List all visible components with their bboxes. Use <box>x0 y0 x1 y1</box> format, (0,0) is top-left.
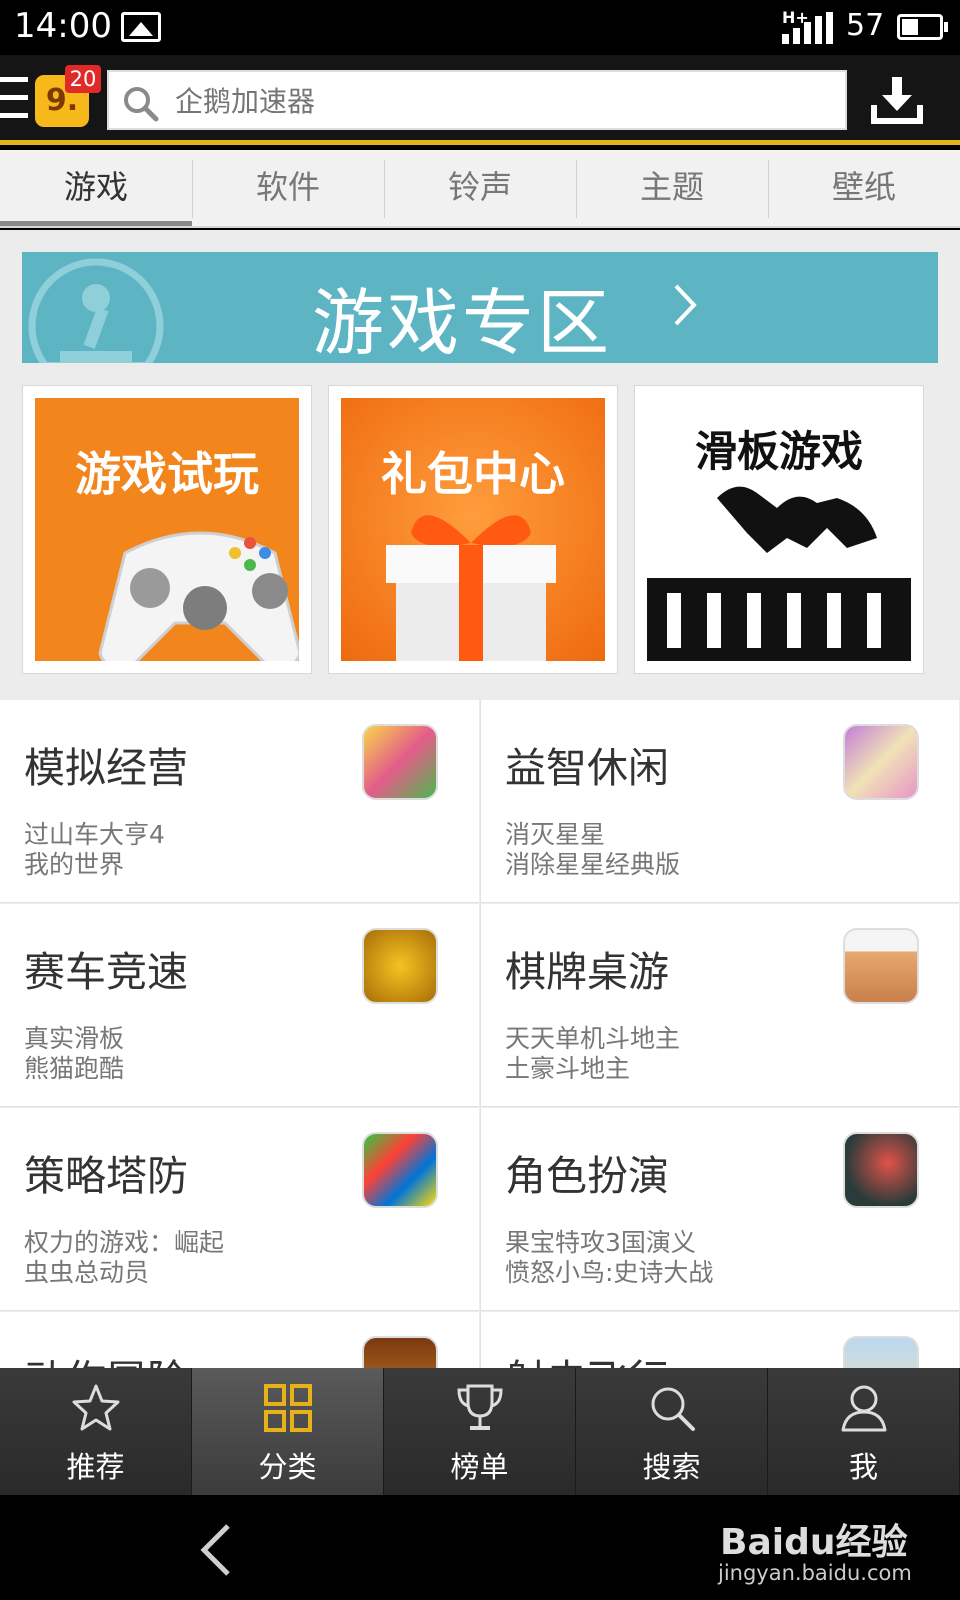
nav-rankings[interactable]: 榜单 <box>384 1368 576 1495</box>
game-icon-hot-springs <box>362 724 438 800</box>
tile-label: 礼包中心 <box>381 447 565 501</box>
skateboard-graphic <box>647 486 911 661</box>
main-content: 游戏专区 游戏试玩 礼包中心 滑板游戏 模拟经营 过山车大亨4 我的世界 益智休… <box>0 230 960 1368</box>
watermark-brand: Baidu经验 <box>720 1522 908 1563</box>
game-icon-landlord <box>843 928 919 1004</box>
tab-themes[interactable]: 主题 <box>576 150 768 226</box>
category-rpg[interactable]: 角色扮演 果宝特攻3国演义 愤怒小鸟:史诗大战 <box>480 1108 959 1311</box>
battery-level: 57 <box>846 8 885 43</box>
category-title: 角色扮演 <box>505 1152 669 1200</box>
menu-icon[interactable] <box>0 77 28 119</box>
game-icon-shooting <box>843 1336 919 1368</box>
nav-label: 我 <box>848 1450 878 1484</box>
category-board-card[interactable]: 棋牌桌游 天天单机斗地主 土豪斗地主 <box>480 904 959 1107</box>
nav-me[interactable]: 我 <box>768 1368 960 1495</box>
category-item: 虫虫总动员 <box>24 1258 150 1287</box>
banner-title: 游戏专区 <box>312 281 613 363</box>
category-item: 消除星星经典版 <box>505 850 681 879</box>
category-title: 棋牌桌游 <box>505 948 669 996</box>
category-title: 益智休闲 <box>505 744 669 792</box>
nav-label: 分类 <box>258 1450 317 1484</box>
image-notification-icon <box>121 12 161 42</box>
nav-label: 搜索 <box>642 1450 701 1484</box>
category-tabs: 游戏 软件 铃声 主题 壁纸 <box>0 150 960 228</box>
status-time: 14:00 <box>14 6 112 46</box>
category-action[interactable]: 动作冒险 <box>0 1312 479 1368</box>
gamepad-icon <box>98 531 299 661</box>
category-shooting[interactable]: 射击飞行 <box>480 1312 959 1368</box>
search-bar[interactable] <box>107 70 847 130</box>
game-icon-rpg-hero <box>843 1132 919 1208</box>
search-input[interactable] <box>175 80 815 122</box>
game-icon-action <box>362 1336 438 1368</box>
app-header: 9. 20 <box>0 55 960 145</box>
star-icon <box>72 1384 119 1431</box>
nav-categories[interactable]: 分类 <box>192 1368 384 1495</box>
category-item: 我的世界 <box>24 850 125 879</box>
category-title: 模拟经营 <box>24 744 188 792</box>
tab-wallpapers[interactable]: 壁纸 <box>768 150 960 226</box>
feature-tiles: 游戏试玩 礼包中心 滑板游戏 <box>22 385 938 674</box>
trophy-icon <box>456 1384 503 1430</box>
game-icon-popstar <box>362 1132 438 1208</box>
search-icon <box>651 1387 695 1431</box>
category-racing[interactable]: 赛车竞速 真实滑板 熊猫跑酷 <box>0 904 479 1107</box>
notification-badge: 20 <box>65 65 101 93</box>
watermark-url: jingyan.baidu.com <box>718 1561 912 1585</box>
joystick-icon <box>28 258 164 363</box>
grid-icon <box>263 1384 312 1432</box>
category-simulation[interactable]: 模拟经营 过山车大亨4 我的世界 <box>0 700 479 903</box>
system-navigation: Baidu经验 jingyan.baidu.com <box>0 1495 960 1600</box>
category-title: 射击飞行 <box>505 1346 669 1368</box>
category-title: 动作冒险 <box>24 1346 188 1368</box>
tile-skateboard-games[interactable]: 滑板游戏 <box>634 385 924 674</box>
game-icon-temple-run <box>362 928 438 1004</box>
nav-label: 推荐 <box>66 1450 125 1484</box>
category-puzzle[interactable]: 益智休闲 消灭星星 消除星星经典版 <box>480 700 959 903</box>
tab-games[interactable]: 游戏 <box>0 150 192 226</box>
tab-ringtones[interactable]: 铃声 <box>384 150 576 226</box>
tile-label: 游戏试玩 <box>75 447 259 501</box>
signal-icon <box>782 12 833 44</box>
tab-software[interactable]: 软件 <box>192 150 384 226</box>
nav-recommend[interactable]: 推荐 <box>0 1368 192 1495</box>
category-item: 熊猫跑酷 <box>24 1054 125 1083</box>
nav-label: 榜单 <box>450 1450 509 1484</box>
download-icon[interactable] <box>870 73 924 127</box>
category-title: 赛车竞速 <box>24 948 188 996</box>
search-icon <box>124 87 159 122</box>
tile-gift-center[interactable]: 礼包中心 <box>328 385 618 674</box>
back-icon[interactable] <box>196 1520 236 1580</box>
game-zone-banner[interactable]: 游戏专区 <box>22 252 938 363</box>
user-icon <box>841 1385 886 1432</box>
category-item: 愤怒小鸟:史诗大战 <box>505 1258 714 1287</box>
chevron-right-icon <box>674 284 697 326</box>
nav-search[interactable]: 搜索 <box>576 1368 768 1495</box>
game-icon-mahjong <box>843 724 919 800</box>
category-strategy[interactable]: 策略塔防 权力的游戏：崛起 虫虫总动员 <box>0 1108 479 1311</box>
category-item: 土豪斗地主 <box>505 1054 631 1083</box>
status-bar: 14:00 H+ 57 <box>0 0 960 55</box>
bottom-navigation: 推荐 分类 榜单 搜索 我 <box>0 1368 960 1495</box>
gift-icon <box>386 515 556 661</box>
battery-icon <box>897 14 948 40</box>
tile-game-trial[interactable]: 游戏试玩 <box>22 385 312 674</box>
category-title: 策略塔防 <box>24 1152 188 1200</box>
